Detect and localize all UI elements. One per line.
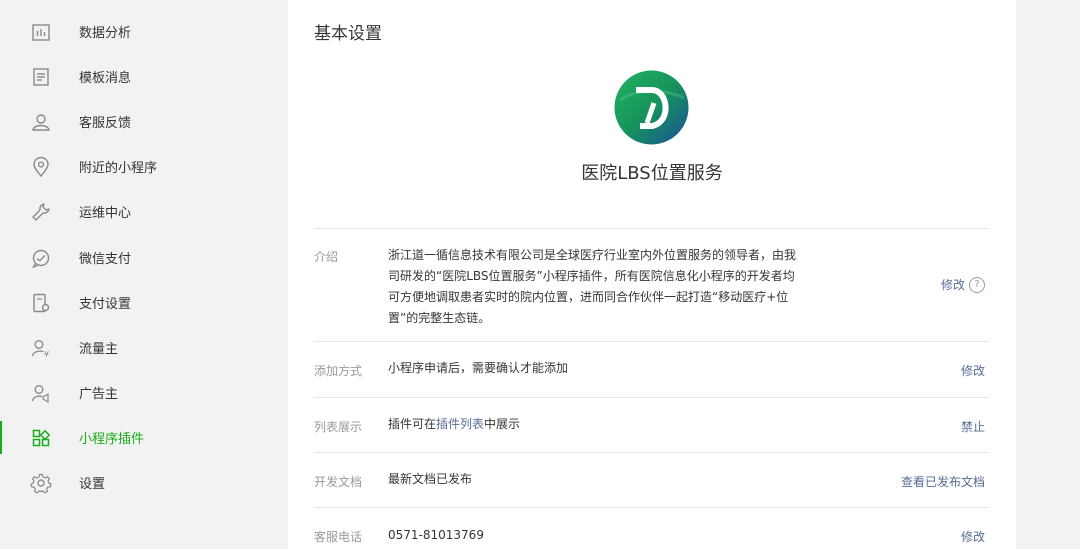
- sidebar-item-settings[interactable]: 设置: [0, 460, 222, 505]
- plugin-list-link[interactable]: 插件列表: [436, 417, 484, 431]
- sidebar-item-label: 运维中心: [79, 206, 132, 221]
- person-icon: [30, 111, 52, 133]
- app-logo: [614, 70, 689, 145]
- intro-line: 司研发的“医院LBS位置服务”小程序插件，所有医院信息化小程序的开发者均: [388, 269, 795, 283]
- intro-text: 浙江道一循信息技术有限公司是全球医疗行业室内外位置服务的领导者，由我 司研发的“…: [388, 245, 796, 329]
- document-icon: [30, 66, 52, 88]
- list-display-text: 插件可在: [388, 417, 437, 431]
- sidebar-item-label: 模板消息: [79, 71, 132, 86]
- gear-icon: [30, 472, 52, 494]
- divider: [314, 397, 988, 398]
- app-name: 医院LBS位置服务: [581, 163, 723, 184]
- intro-line: 可方便地调取患者实时的院内位置，进而同合作伙伴一起打造“移动医疗+位: [388, 290, 789, 304]
- sidebar-item-data-analysis[interactable]: 数据分析: [0, 9, 222, 54]
- dev-docs-label: 开发文档: [314, 475, 363, 489]
- list-display-text: 中展示: [484, 417, 521, 431]
- phone-settings-icon: [30, 292, 52, 314]
- sidebar-item-wechat-pay[interactable]: 微信支付: [0, 235, 222, 280]
- grid-plugin-icon: [30, 427, 52, 449]
- sidebar-item-ops-center[interactable]: 运维中心: [0, 189, 222, 234]
- sidebar-item-template-message[interactable]: 模板消息: [0, 54, 222, 99]
- sidebar-item-label: 支付设置: [79, 297, 132, 312]
- help-icon[interactable]: ?: [969, 276, 985, 293]
- page-title: 基本设置: [314, 24, 382, 44]
- person-megaphone-icon: [30, 382, 52, 404]
- sidebar-item-miniprogram-plugin[interactable]: 小程序插件: [0, 415, 222, 460]
- add-method-value: 小程序申请后，需要确认才能添加: [388, 361, 569, 375]
- list-display-disable-button[interactable]: 禁止: [961, 418, 985, 435]
- sidebar-item-label: 小程序插件: [79, 432, 145, 447]
- sidebar-item-label: 流量主: [79, 342, 119, 357]
- intro-line: 浙江道一循信息技术有限公司是全球医疗行业室内外位置服务的领导者，由我: [388, 248, 797, 262]
- sidebar-item-traffic-owner[interactable]: ¥ 流量主: [0, 325, 222, 370]
- sidebar: 数据分析 模板消息 客服反馈 附近的小程序 运维中心 微信支付 支付设置 ¥ 流…: [0, 0, 222, 549]
- list-display-label: 列表展示: [314, 420, 363, 434]
- location-pin-icon: [30, 156, 52, 178]
- phone-edit-button[interactable]: 修改: [961, 528, 985, 545]
- main-panel: 基本设置 医院LBS位置服务 介绍 浙江道一循信息技术有限公司是全球医疗行业室内…: [288, 0, 1016, 549]
- divider: [314, 452, 988, 453]
- sidebar-item-label: 附近的小程序: [79, 161, 158, 176]
- add-method-edit-button[interactable]: 修改: [961, 362, 985, 379]
- person-yen-icon: ¥: [30, 337, 52, 359]
- chat-bubble-icon: [30, 247, 52, 269]
- sidebar-item-customer-feedback[interactable]: 客服反馈: [0, 99, 222, 144]
- wrench-icon: [30, 201, 52, 223]
- sidebar-item-label: 设置: [79, 477, 106, 492]
- list-display-value: 插件可在插件列表中展示: [388, 414, 520, 435]
- sidebar-item-label: 数据分析: [79, 26, 132, 41]
- intro-label: 介绍: [314, 250, 339, 264]
- sidebar-item-label: 微信支付: [79, 252, 132, 267]
- sidebar-item-advertiser[interactable]: 广告主: [0, 370, 222, 415]
- sidebar-item-label: 广告主: [79, 387, 119, 402]
- divider: [314, 507, 988, 508]
- divider: [314, 228, 988, 229]
- intro-line: 置”的完整生态链。: [388, 311, 491, 325]
- sidebar-item-payment-settings[interactable]: 支付设置: [0, 280, 222, 325]
- sidebar-item-nearby-miniprogram[interactable]: 附近的小程序: [0, 144, 222, 189]
- intro-edit-label: 修改: [940, 278, 965, 292]
- view-docs-button[interactable]: 查看已发布文档: [901, 473, 985, 490]
- dev-docs-value: 最新文档已发布: [388, 472, 473, 486]
- phone-label: 客服电话: [314, 530, 363, 544]
- add-method-label: 添加方式: [314, 364, 363, 378]
- svg-text:¥: ¥: [44, 350, 49, 359]
- sidebar-item-label: 客服反馈: [79, 116, 132, 131]
- divider: [314, 341, 988, 342]
- phone-value: 0571-81013769: [388, 528, 484, 542]
- chart-icon: [30, 21, 52, 43]
- active-indicator: [0, 421, 2, 454]
- intro-edit-button[interactable]: 修改 ?: [941, 276, 985, 293]
